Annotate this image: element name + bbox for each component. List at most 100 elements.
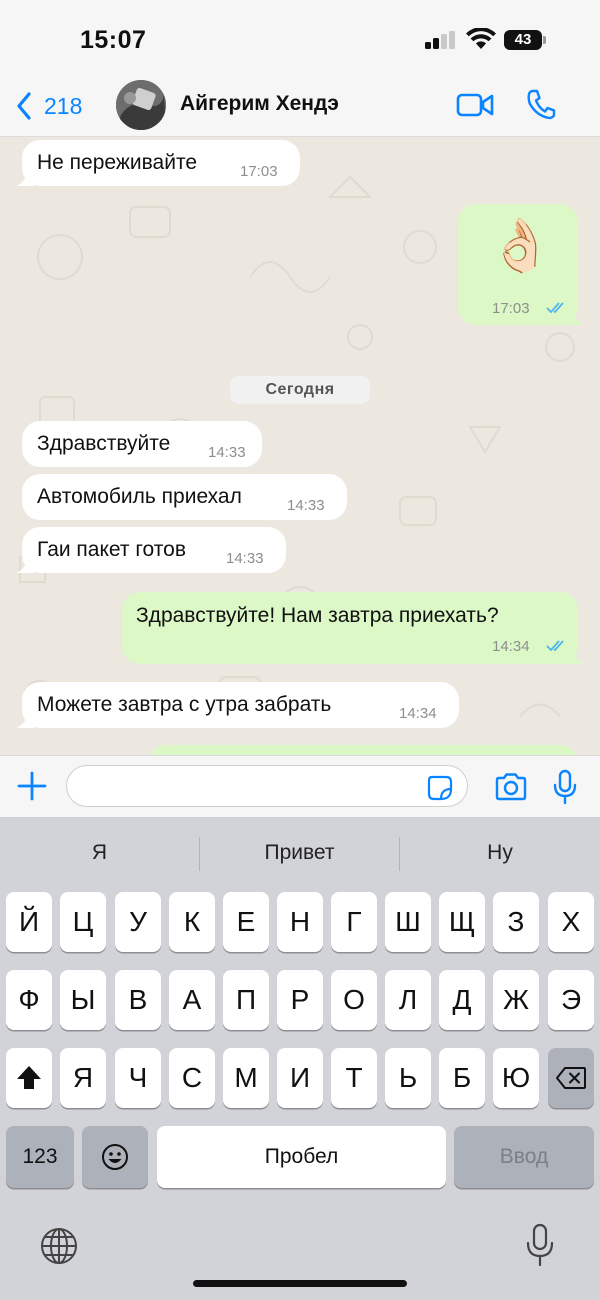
- key[interactable]: Й: [6, 892, 52, 952]
- delete-key[interactable]: [548, 1048, 594, 1108]
- outgoing-message-partial[interactable]: [148, 745, 578, 755]
- key-label: Ввод: [499, 1145, 549, 1168]
- key[interactable]: Б: [439, 1048, 485, 1108]
- suggestion-3[interactable]: Ну: [400, 817, 600, 889]
- incoming-message[interactable]: Гаи пакет готов 14:33: [16, 527, 286, 573]
- incoming-message[interactable]: Не переживайте 17:03: [16, 140, 300, 186]
- key[interactable]: Ь: [385, 1048, 431, 1108]
- key[interactable]: Л: [385, 970, 431, 1030]
- key-label: Л: [398, 984, 418, 1015]
- message-text: Автомобиль приехал: [37, 485, 242, 508]
- emoji-icon: [102, 1144, 128, 1170]
- key-label: С: [181, 1062, 203, 1093]
- key[interactable]: К: [169, 892, 215, 952]
- sticker-icon[interactable]: [427, 775, 453, 801]
- shift-key[interactable]: [6, 1048, 52, 1108]
- key[interactable]: Э: [548, 970, 594, 1030]
- key[interactable]: О: [331, 970, 377, 1030]
- key-label: А: [182, 984, 202, 1015]
- key[interactable]: Ф: [6, 970, 52, 1030]
- key-label: М: [234, 1062, 258, 1093]
- key[interactable]: Щ: [439, 892, 485, 952]
- contact-name[interactable]: Айгерим Хендэ: [180, 92, 339, 116]
- bubble-tail: [566, 309, 584, 325]
- key[interactable]: П: [223, 970, 269, 1030]
- key-label: 123: [22, 1145, 58, 1168]
- bubble-tail: [16, 170, 34, 186]
- suggestion-1[interactable]: Я: [0, 817, 199, 889]
- message-input[interactable]: [66, 765, 468, 807]
- key[interactable]: Р: [277, 970, 323, 1030]
- unread-count: 218: [44, 92, 83, 119]
- outgoing-message[interactable]: Здравствуйте! Нам завтра приехать? 14:34: [122, 592, 584, 664]
- message-time: 14:33: [287, 497, 325, 514]
- key[interactable]: В: [115, 970, 161, 1030]
- key[interactable]: З: [493, 892, 539, 952]
- key[interactable]: Ч: [115, 1048, 161, 1108]
- bubble-tail: [16, 712, 34, 728]
- key-label: У: [129, 906, 147, 937]
- message-text: Здравствуйте: [37, 432, 171, 455]
- message-text: Гаи пакет готов: [37, 538, 186, 561]
- key-label: Г: [346, 906, 362, 937]
- read-receipt-icon: [546, 302, 564, 314]
- key[interactable]: Н: [277, 892, 323, 952]
- avatar[interactable]: [116, 80, 166, 130]
- key-label: Ю: [501, 1062, 531, 1093]
- key-label: Ф: [18, 984, 40, 1015]
- home-indicator[interactable]: [193, 1280, 407, 1287]
- key[interactable]: Ш: [385, 892, 431, 952]
- key[interactable]: Ж: [493, 970, 539, 1030]
- camera-icon[interactable]: [494, 772, 528, 802]
- date-divider: Сегодня: [230, 376, 370, 404]
- key-label: Ц: [72, 906, 94, 937]
- key-label: П: [235, 984, 257, 1015]
- key-label: Н: [289, 906, 311, 937]
- chat-header: 218 Айгерим Хендэ: [0, 80, 600, 137]
- key[interactable]: М: [223, 1048, 269, 1108]
- dictation-microphone-icon[interactable]: [525, 1223, 555, 1267]
- video-camera-icon[interactable]: [456, 92, 494, 118]
- key[interactable]: У: [115, 892, 161, 952]
- back-button[interactable]: 218: [16, 90, 82, 122]
- key-label: Б: [452, 1062, 472, 1093]
- key[interactable]: Ц: [60, 892, 106, 952]
- message-time: 14:33: [208, 444, 246, 461]
- key-label: Ы: [70, 984, 96, 1015]
- message-text: Здравствуйте! Нам завтра приехать?: [136, 604, 499, 627]
- key[interactable]: А: [169, 970, 215, 1030]
- chat-area[interactable]: Не переживайте 17:03 👌🏻 17:03 Сегодня Зд…: [0, 137, 600, 755]
- key[interactable]: Я: [60, 1048, 106, 1108]
- key[interactable]: С: [169, 1048, 215, 1108]
- key-label: И: [289, 1062, 311, 1093]
- microphone-icon[interactable]: [553, 769, 577, 805]
- numbers-key[interactable]: 123: [6, 1126, 74, 1188]
- return-key[interactable]: Ввод: [454, 1126, 594, 1188]
- outgoing-message[interactable]: 👌🏻 17:03: [458, 204, 584, 325]
- key[interactable]: Ю: [493, 1048, 539, 1108]
- message-emoji: 👌🏻: [488, 217, 553, 275]
- globe-icon[interactable]: [40, 1227, 78, 1265]
- key-label: Р: [290, 984, 310, 1015]
- key[interactable]: И: [277, 1048, 323, 1108]
- key-label: О: [343, 984, 365, 1015]
- message-time: 14:34: [399, 705, 437, 722]
- plus-icon[interactable]: [16, 770, 48, 802]
- message-time: 14:33: [226, 550, 264, 567]
- key[interactable]: Т: [331, 1048, 377, 1108]
- key[interactable]: Х: [548, 892, 594, 952]
- incoming-message[interactable]: Можете завтра с утра забрать 14:34: [16, 682, 459, 728]
- space-key[interactable]: Пробел: [157, 1126, 446, 1188]
- key[interactable]: Е: [223, 892, 269, 952]
- incoming-message[interactable]: Автомобиль приехал 14:33: [22, 474, 347, 520]
- suggestion-2[interactable]: Привет: [200, 817, 399, 889]
- message-composer: [0, 755, 600, 817]
- emoji-key[interactable]: [82, 1126, 148, 1188]
- phone-icon[interactable]: [526, 88, 556, 120]
- key-label: Т: [345, 1062, 363, 1093]
- key[interactable]: Ы: [60, 970, 106, 1030]
- key[interactable]: Д: [439, 970, 485, 1030]
- key-label: Щ: [448, 906, 476, 937]
- key[interactable]: Г: [331, 892, 377, 952]
- incoming-message[interactable]: Здравствуйте 14:33: [22, 421, 262, 467]
